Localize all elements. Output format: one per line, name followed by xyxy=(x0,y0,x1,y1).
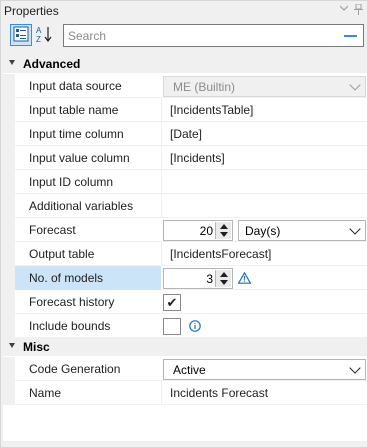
property-value[interactable]: [IncidentsForecast] xyxy=(161,242,367,266)
collapse-icon[interactable] xyxy=(9,60,15,65)
property-name: Input table name xyxy=(29,103,119,117)
property-row-forecast[interactable]: Forecast 20 Day(s) xyxy=(3,218,367,242)
svg-text:A: A xyxy=(36,26,42,35)
pin-icon[interactable] xyxy=(354,3,363,18)
property-name: Include bounds xyxy=(29,319,111,333)
property-row-input-table-name[interactable]: Input table name [IncidentsTable] xyxy=(3,98,367,122)
property-row-include-bounds[interactable]: Include bounds xyxy=(3,314,367,338)
chevron-down-icon xyxy=(349,79,361,91)
stepper-value: 20 xyxy=(199,224,213,238)
property-row-forecast-history[interactable]: Forecast history ✔ xyxy=(3,290,367,314)
forecast-stepper[interactable]: 20 xyxy=(163,220,233,241)
property-name: Code Generation xyxy=(29,362,121,376)
property-value[interactable]: [Date] xyxy=(161,122,367,146)
property-row-input-data-source[interactable]: Input data source ME (Builtin) xyxy=(3,74,367,98)
property-name: Name xyxy=(29,386,62,400)
forecast-history-checkbox[interactable]: ✔ xyxy=(163,294,181,311)
alphabetical-sort-button[interactable]: A Z xyxy=(34,24,56,46)
category-advanced[interactable]: Advanced xyxy=(3,55,367,73)
property-value[interactable]: [IncidentsTable] xyxy=(161,98,367,122)
property-row-input-id-column[interactable]: Input ID column xyxy=(3,170,367,194)
property-name: No. of models xyxy=(15,266,161,290)
forecast-unit-combo[interactable]: Day(s) xyxy=(238,220,366,241)
category-label: Advanced xyxy=(23,57,81,71)
spin-up-icon[interactable] xyxy=(220,272,228,277)
description-pane xyxy=(1,441,367,447)
title-icons xyxy=(339,3,363,18)
warning-icon[interactable] xyxy=(237,271,252,287)
property-row-input-time-column[interactable]: Input time column [Date] xyxy=(3,122,367,146)
chevron-down-icon xyxy=(349,362,361,374)
property-row-code-generation[interactable]: Code Generation Active xyxy=(3,357,367,381)
alphabetical-sort-icon: A Z xyxy=(36,25,54,46)
categorized-view-icon xyxy=(13,26,29,45)
property-name: Input value column xyxy=(29,151,130,165)
property-value[interactable] xyxy=(161,170,367,194)
search-clear-icon[interactable] xyxy=(344,35,357,37)
chevron-down-icon xyxy=(349,223,361,235)
search-box xyxy=(63,24,364,47)
properties-window: Properties A Z Search Advanced Input dat… xyxy=(0,0,368,448)
property-name: Input ID column xyxy=(29,175,114,189)
property-value[interactable]: Incidents Forecast xyxy=(161,381,367,405)
input-data-source-combo: ME (Builtin) xyxy=(163,76,366,97)
property-name: Additional variables xyxy=(29,199,134,213)
include-bounds-checkbox[interactable] xyxy=(163,318,181,335)
spin-up-icon[interactable] xyxy=(220,224,228,229)
toolbar: A Z xyxy=(1,21,367,51)
property-name: Output table xyxy=(29,247,95,261)
models-stepper[interactable]: 3 xyxy=(163,268,233,289)
spin-buttons[interactable] xyxy=(215,270,231,287)
code-generation-combo[interactable]: Active xyxy=(163,359,366,380)
property-name: Input data source xyxy=(29,79,122,93)
stepper-value: 3 xyxy=(206,272,213,286)
combo-value: Active xyxy=(173,363,206,377)
property-row-input-value-column[interactable]: Input value column [Incidents] xyxy=(3,146,367,170)
chevron-down-icon[interactable] xyxy=(339,4,349,18)
spin-down-icon[interactable] xyxy=(220,280,228,285)
svg-text:Z: Z xyxy=(36,35,41,43)
window-title: Properties xyxy=(4,4,59,18)
combo-value: Day(s) xyxy=(245,224,281,238)
spin-down-icon[interactable] xyxy=(220,232,228,237)
property-value[interactable]: [Incidents] xyxy=(161,146,367,170)
info-icon[interactable] xyxy=(189,320,201,335)
property-row-no-of-models[interactable]: No. of models 3 xyxy=(3,266,367,290)
property-name: Input time column xyxy=(29,127,124,141)
property-value[interactable] xyxy=(161,194,367,218)
property-row-output-table[interactable]: Output table [IncidentsForecast] xyxy=(3,242,367,266)
collapse-icon[interactable] xyxy=(9,343,15,348)
categorized-view-button[interactable] xyxy=(10,24,32,46)
spin-buttons[interactable] xyxy=(215,222,231,239)
property-row-name[interactable]: Name Incidents Forecast xyxy=(3,381,367,405)
property-name: Forecast xyxy=(29,223,76,237)
title-bar: Properties xyxy=(1,1,367,21)
combo-value: ME (Builtin) xyxy=(173,80,236,94)
category-label: Misc xyxy=(23,340,50,354)
category-misc[interactable]: Misc xyxy=(3,338,367,356)
property-grid: Advanced Input data source ME (Builtin) … xyxy=(3,55,367,445)
property-name: Forecast history xyxy=(29,295,115,309)
search-input[interactable] xyxy=(68,28,328,43)
property-row-additional-variables[interactable]: Additional variables xyxy=(3,194,367,218)
